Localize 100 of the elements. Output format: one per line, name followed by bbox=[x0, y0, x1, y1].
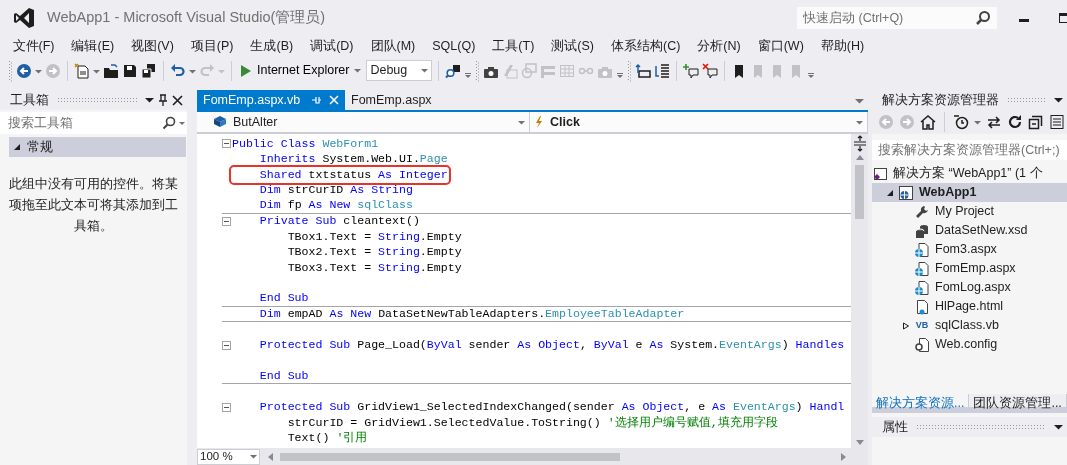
menu-item[interactable]: 分析(N) bbox=[688, 36, 750, 56]
tree-item[interactable]: DataSetNew.xsd bbox=[872, 221, 1067, 240]
menu-item[interactable]: 文件(F) bbox=[4, 36, 63, 56]
search-icon bbox=[162, 116, 176, 130]
event-lightning-icon bbox=[534, 115, 544, 129]
undo-icon[interactable] bbox=[170, 62, 186, 79]
menu-item[interactable]: 体系结构(C) bbox=[602, 36, 689, 56]
pane-title: 属性 bbox=[882, 418, 908, 436]
wrench-icon bbox=[914, 203, 930, 220]
tree-item[interactable]: WebApp1 bbox=[872, 183, 1067, 202]
code-line: Shared txtstatus As Integer bbox=[232, 167, 448, 182]
folder-icon[interactable] bbox=[103, 62, 119, 79]
tree-item[interactable]: FomEmp.aspx bbox=[872, 259, 1067, 278]
run-button[interactable]: Internet Explorer bbox=[238, 61, 364, 80]
menu-item[interactable]: SQL(Q) bbox=[423, 36, 484, 56]
configuration-dropdown[interactable]: Debug bbox=[366, 60, 433, 81]
pin-icon[interactable] bbox=[158, 93, 168, 107]
web-project-icon bbox=[898, 184, 914, 201]
scrollbar-thumb[interactable] bbox=[280, 452, 620, 461]
code-line: TBox3.Text = String.Empty bbox=[286, 260, 462, 275]
menu-item[interactable]: 窗口(W) bbox=[749, 36, 813, 56]
html-page-icon bbox=[914, 298, 930, 315]
pane-title: 解决方案资源管理器 bbox=[882, 91, 999, 109]
split-handle-icon[interactable] bbox=[852, 134, 867, 152]
code-line: Dim empAD As New DataSetNewTableAdapters.EmployeeTableAdapter bbox=[258, 306, 685, 321]
code-line: Text() '引用 bbox=[286, 431, 368, 446]
code-line: End Sub bbox=[258, 291, 309, 306]
panel-tab[interactable]: 解决方案资源... bbox=[872, 394, 970, 407]
web-page-icon bbox=[914, 241, 930, 258]
empty-group-message: 此组中没有可用的控件。将某项拖至此文本可将其添加到工具箱。 bbox=[8, 176, 179, 235]
menu-item[interactable]: 生成(B) bbox=[242, 36, 302, 56]
collapse-icon[interactable] bbox=[222, 216, 231, 226]
web-page-icon bbox=[914, 279, 930, 296]
maximize-icon[interactable] bbox=[1059, 11, 1067, 24]
collapse-all-icon[interactable] bbox=[1028, 114, 1044, 130]
tree-item[interactable]: VB sqlClass.vb bbox=[872, 316, 1067, 335]
refresh-icon[interactable] bbox=[1007, 114, 1023, 130]
menu-item[interactable]: 测试(S) bbox=[542, 36, 603, 56]
code-line: Private Sub cleantext() bbox=[258, 214, 420, 229]
code-line: TBox1.Text = String.Empty bbox=[286, 229, 462, 244]
class-icon bbox=[213, 115, 227, 129]
menu-item[interactable]: 视图(V) bbox=[122, 36, 183, 56]
tree-item[interactable]: Fom3.aspx bbox=[872, 240, 1067, 259]
tree-item[interactable]: Web.config bbox=[872, 335, 1067, 354]
database-icon bbox=[914, 222, 930, 239]
collapse-icon[interactable] bbox=[222, 139, 231, 149]
menu-item[interactable]: 帮助(H) bbox=[812, 36, 873, 56]
search-field[interactable]: 搜索解决方案资源管理器(Ctrl+;) bbox=[872, 140, 1067, 160]
file-type-label: VB bbox=[914, 318, 930, 332]
tree-item[interactable]: My Project bbox=[872, 202, 1067, 221]
code-line: Dim fp As New sqlClass bbox=[258, 198, 413, 213]
play-icon bbox=[240, 63, 252, 78]
menu-item[interactable]: 项目(P) bbox=[182, 36, 242, 56]
pane-title: 工具箱 bbox=[10, 91, 49, 109]
document-tab[interactable]: FomEmp.aspx bbox=[345, 90, 438, 110]
tree-item[interactable]: HlPage.html bbox=[872, 297, 1067, 316]
scroll-left-icon[interactable] bbox=[266, 451, 274, 462]
zoom-dropdown[interactable]: 100 % bbox=[197, 448, 260, 465]
tree-item[interactable]: FomLog.aspx bbox=[872, 278, 1067, 297]
expanded-triangle-icon[interactable] bbox=[13, 143, 21, 151]
expanded-triangle-icon[interactable] bbox=[886, 188, 894, 197]
menu-item[interactable]: 调试(D) bbox=[301, 36, 362, 56]
menu-item[interactable]: 工具(T) bbox=[483, 36, 543, 56]
sync-arrows-icon[interactable] bbox=[986, 114, 1002, 130]
add-comment-icon[interactable] bbox=[683, 62, 700, 79]
menu-item[interactable]: 团队(M) bbox=[362, 36, 424, 56]
scrollbar-thumb[interactable] bbox=[855, 165, 864, 219]
code-line: Public Class WebForm1 bbox=[232, 136, 379, 151]
code-line: Protected Sub Page_Load(ByVal sender As Object, ByVal e As System.EventArgs) Handles bbox=[258, 338, 845, 353]
scroll-right-icon[interactable] bbox=[840, 451, 848, 462]
code-line: strCurID = GridView1.SelectedValue.ToString() '选择用户编号赋值,填充用字段 bbox=[286, 415, 778, 430]
code-line: End Sub bbox=[258, 368, 309, 383]
clock-icon[interactable] bbox=[953, 114, 969, 130]
outdent-icon[interactable] bbox=[654, 62, 671, 79]
web-page-icon bbox=[914, 260, 930, 277]
code-line: Dim strCurID As String bbox=[258, 183, 413, 198]
find-icon[interactable] bbox=[445, 62, 462, 79]
code-line: TBox2.Text = String.Empty bbox=[286, 245, 462, 260]
window-title: WebApp1 - Microsoft Visual Studio(管理员) bbox=[47, 7, 326, 27]
menu-item[interactable]: 编辑(E) bbox=[62, 36, 123, 56]
member-dropdown[interactable]: Click bbox=[530, 112, 868, 132]
toolbox-group[interactable]: 常规 bbox=[9, 137, 186, 157]
config-file-icon bbox=[914, 336, 930, 353]
delete-comment-icon[interactable] bbox=[702, 62, 719, 79]
search-icon[interactable] bbox=[975, 9, 991, 26]
code-line: Inherits System.Web.UI.Page bbox=[258, 152, 448, 167]
type-dropdown[interactable]: ButAlter bbox=[197, 112, 530, 132]
visual-studio-logo bbox=[13, 6, 35, 29]
home-icon[interactable] bbox=[920, 114, 936, 130]
tree-item[interactable]: 解决方案 “WebApp1” (1 个 bbox=[872, 164, 1067, 183]
code-line: Protected Sub GridView1_SelectedIndexChanged(sender As Object, e As EventArgs) Handl bbox=[258, 400, 845, 415]
collapsed-triangle-icon[interactable] bbox=[902, 321, 910, 330]
collapse-icon[interactable] bbox=[222, 340, 231, 350]
save-icon[interactable] bbox=[122, 62, 138, 79]
new-document-icon[interactable] bbox=[74, 62, 90, 79]
save-all-icon[interactable] bbox=[141, 62, 157, 79]
indent-icon[interactable] bbox=[635, 62, 652, 79]
collapse-icon[interactable] bbox=[222, 402, 231, 412]
properties-icon[interactable] bbox=[1049, 114, 1065, 130]
close-icon[interactable] bbox=[172, 94, 183, 106]
